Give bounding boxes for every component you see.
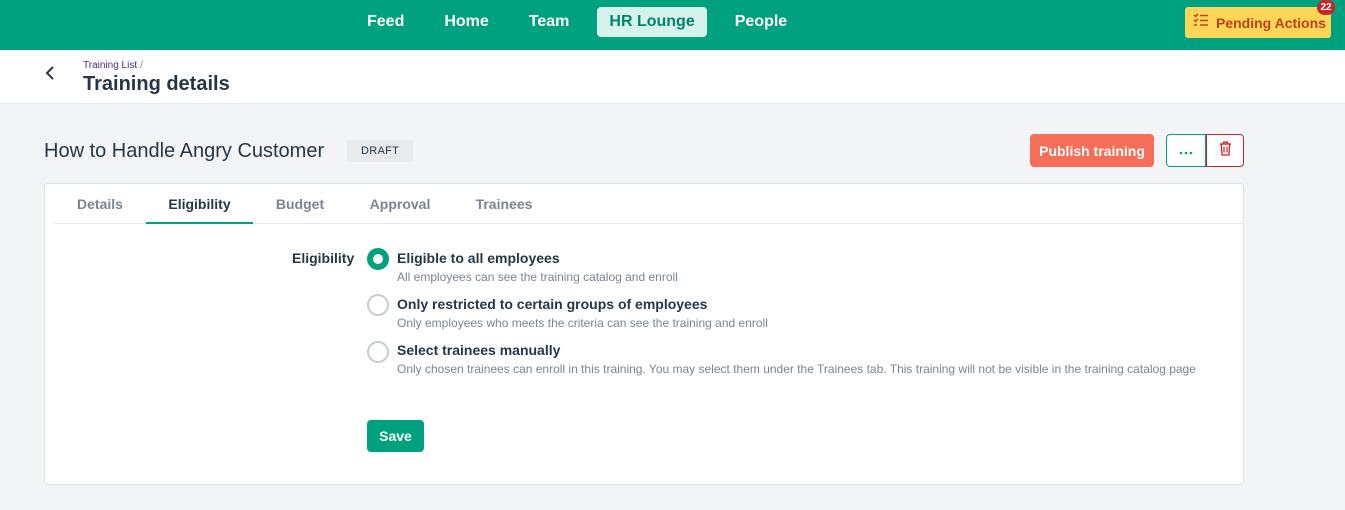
breadcrumb-training-list[interactable]: Training List (83, 60, 137, 71)
pending-actions-count-badge: 22 (1317, 0, 1335, 15)
tab-eligibility[interactable]: Eligibility (146, 184, 253, 224)
page-header: Training List / Training details (0, 50, 1345, 104)
breadcrumb-separator: / (140, 60, 143, 71)
checklist-icon (1193, 13, 1209, 32)
more-options-button[interactable] (1166, 134, 1206, 167)
back-button[interactable] (40, 64, 62, 86)
top-navigation-bar: Feed Home Team HR Lounge People Pending … (0, 0, 1345, 50)
tab-details[interactable]: Details (69, 184, 131, 224)
nav-item-team[interactable]: Team (517, 7, 582, 37)
training-detail-card: Details Eligibility Budget Approval Trai… (44, 183, 1244, 485)
chevron-left-icon (45, 65, 57, 85)
nav-item-hr-lounge[interactable]: HR Lounge (597, 7, 707, 37)
option-eligible-all-desc: All employees can see the training catal… (397, 270, 678, 284)
nav-item-home[interactable]: Home (432, 7, 500, 37)
save-button[interactable]: Save (367, 420, 424, 452)
option-restricted-groups-desc: Only employees who meets the criteria ca… (397, 316, 768, 330)
delete-training-button[interactable] (1206, 134, 1244, 167)
breadcrumb: Training List / (83, 60, 143, 71)
page-title: Training details (83, 73, 230, 95)
main-nav: Feed Home Team HR Lounge People (355, 7, 815, 37)
nav-item-people[interactable]: People (723, 7, 799, 37)
pending-actions-button[interactable]: Pending Actions 22 (1185, 0, 1335, 38)
pending-actions-label: Pending Actions (1216, 14, 1326, 31)
tab-bar: Details Eligibility Budget Approval Trai… (54, 184, 1243, 224)
nav-item-feed[interactable]: Feed (355, 7, 416, 37)
tab-approval[interactable]: Approval (367, 184, 433, 224)
status-badge: DRAFT (347, 140, 414, 162)
option-restricted-groups-title[interactable]: Only restricted to certain groups of emp… (397, 296, 707, 312)
radio-select-manually[interactable] (367, 341, 389, 363)
training-title: How to Handle Angry Customer (44, 140, 325, 162)
option-select-manually-desc: Only chosen trainees can enroll in this … (397, 362, 1196, 376)
radio-eligible-all[interactable] (367, 248, 389, 270)
eligibility-label: Eligibility (292, 250, 355, 266)
tab-budget[interactable]: Budget (273, 184, 327, 224)
option-eligible-all-title[interactable]: Eligible to all employees (397, 250, 560, 266)
publish-training-button[interactable]: Publish training (1030, 134, 1154, 167)
trash-icon (1219, 141, 1232, 161)
tab-trainees[interactable]: Trainees (472, 184, 536, 224)
radio-restricted-groups[interactable] (367, 294, 389, 316)
ellipsis-icon (1179, 142, 1193, 160)
option-select-manually-title[interactable]: Select trainees manually (397, 342, 560, 358)
